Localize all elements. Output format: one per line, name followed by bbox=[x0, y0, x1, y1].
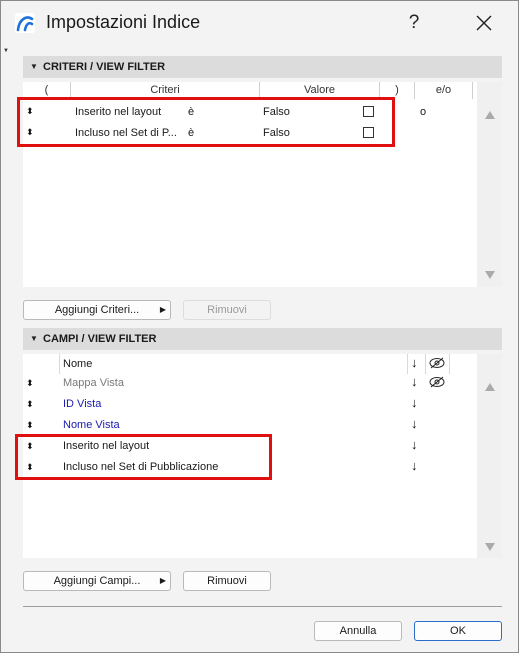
field-label[interactable]: Nome Vista bbox=[63, 418, 120, 432]
drag-handle-icon[interactable]: ⬍ bbox=[26, 127, 34, 137]
help-button[interactable]: ? bbox=[399, 7, 429, 39]
sort-arrow-icon[interactable]: ↓ bbox=[411, 396, 418, 410]
criteria-section-title: CRITERI / VIEW FILTER bbox=[43, 61, 166, 73]
col-criteria[interactable]: Criteri bbox=[71, 82, 260, 99]
sort-arrow-icon[interactable]: ↓ bbox=[411, 356, 418, 370]
caret-right-icon: ▶ bbox=[159, 305, 166, 314]
fields-table: Nome ↓ ⬍ Mappa Vista ↓ ⬍ ID Vista ↓ ⬍ No… bbox=[23, 354, 477, 558]
criterion-label[interactable]: Inserito nel layout bbox=[75, 105, 161, 119]
ok-button[interactable]: OK bbox=[414, 621, 502, 641]
col-open-paren[interactable]: ( bbox=[23, 82, 71, 99]
criteria-scrollbar[interactable] bbox=[477, 82, 502, 287]
scroll-up-icon[interactable] bbox=[484, 382, 496, 392]
close-icon[interactable] bbox=[469, 9, 499, 37]
criterion-checkbox[interactable] bbox=[363, 106, 374, 117]
hidden-eye-icon[interactable] bbox=[429, 357, 445, 369]
sort-arrow-icon[interactable]: ↓ bbox=[411, 375, 418, 389]
add-fields-label: Aggiungi Campi... bbox=[53, 575, 141, 587]
fields-section-header[interactable]: ▼ CAMPI / VIEW FILTER bbox=[23, 328, 502, 350]
drag-handle-icon[interactable]: ⬍ bbox=[26, 399, 34, 409]
remove-fields-button[interactable]: Rimuovi bbox=[183, 571, 271, 591]
fields-scrollbar[interactable] bbox=[477, 354, 502, 558]
drag-handle-icon[interactable]: ⬍ bbox=[26, 420, 34, 430]
criterion-value[interactable]: Falso bbox=[263, 126, 290, 140]
criterion-checkbox[interactable] bbox=[363, 127, 374, 138]
archicad-logo-icon bbox=[15, 13, 35, 33]
criterion-and-or[interactable]: o bbox=[420, 105, 426, 119]
add-criteria-label: Aggiungi Criteri... bbox=[54, 304, 140, 316]
drag-handle-icon[interactable]: ⬍ bbox=[26, 106, 34, 116]
field-label[interactable]: Mappa Vista bbox=[63, 376, 124, 390]
add-fields-button[interactable]: Aggiungi Campi... ▶ bbox=[23, 571, 171, 591]
criteria-section-header[interactable]: ▼ CRITERI / VIEW FILTER bbox=[23, 56, 502, 78]
criterion-label[interactable]: Incluso nel Set di P... bbox=[75, 126, 177, 140]
collapse-all-icon[interactable]: ▼ bbox=[3, 48, 9, 54]
hidden-eye-icon[interactable] bbox=[429, 376, 445, 388]
criteria-table: ( Criteri Valore ) e/o ⬍ Inserito nel la… bbox=[23, 82, 477, 287]
footer-divider bbox=[23, 606, 502, 607]
remove-criteria-button[interactable]: Rimuovi bbox=[183, 300, 271, 320]
dialog-window: Impostazioni Indice ? ▼ ▼ CRITERI / VIEW… bbox=[0, 0, 519, 653]
field-label[interactable]: Incluso nel Set di Pubblicazione bbox=[63, 460, 218, 474]
criterion-operator[interactable]: è bbox=[188, 126, 194, 140]
scroll-down-icon[interactable] bbox=[484, 270, 496, 280]
drag-handle-icon[interactable]: ⬍ bbox=[26, 462, 34, 472]
collapse-triangle-icon: ▼ bbox=[30, 334, 38, 343]
cancel-button[interactable]: Annulla bbox=[314, 621, 402, 641]
column-divider bbox=[449, 354, 450, 374]
field-label[interactable]: ID Vista bbox=[63, 397, 101, 411]
column-divider bbox=[407, 354, 408, 374]
dialog-title: Impostazioni Indice bbox=[46, 12, 201, 32]
criterion-value[interactable]: Falso bbox=[263, 105, 290, 119]
criterion-operator[interactable]: è bbox=[188, 105, 194, 119]
field-name-column[interactable]: Nome bbox=[63, 357, 92, 371]
column-divider bbox=[59, 354, 60, 374]
title-bar: Impostazioni Indice ? bbox=[1, 1, 518, 45]
scroll-up-icon[interactable] bbox=[484, 110, 496, 120]
sort-arrow-icon[interactable]: ↓ bbox=[411, 459, 418, 473]
fields-section-title: CAMPI / VIEW FILTER bbox=[43, 333, 157, 345]
collapse-triangle-icon: ▼ bbox=[30, 62, 38, 71]
col-value[interactable]: Valore bbox=[260, 82, 380, 99]
scroll-down-icon[interactable] bbox=[484, 542, 496, 552]
drag-handle-icon[interactable]: ⬍ bbox=[26, 441, 34, 451]
col-and-or[interactable]: e/o bbox=[415, 82, 473, 99]
sort-arrow-icon[interactable]: ↓ bbox=[411, 417, 418, 431]
drag-handle-icon[interactable]: ⬍ bbox=[26, 378, 34, 388]
col-close-paren[interactable]: ) bbox=[380, 82, 415, 99]
sort-arrow-icon[interactable]: ↓ bbox=[411, 438, 418, 452]
caret-right-icon: ▶ bbox=[159, 576, 166, 585]
add-criteria-button[interactable]: Aggiungi Criteri... ▶ bbox=[23, 300, 171, 320]
column-divider bbox=[425, 354, 426, 374]
field-label[interactable]: Inserito nel layout bbox=[63, 439, 149, 453]
